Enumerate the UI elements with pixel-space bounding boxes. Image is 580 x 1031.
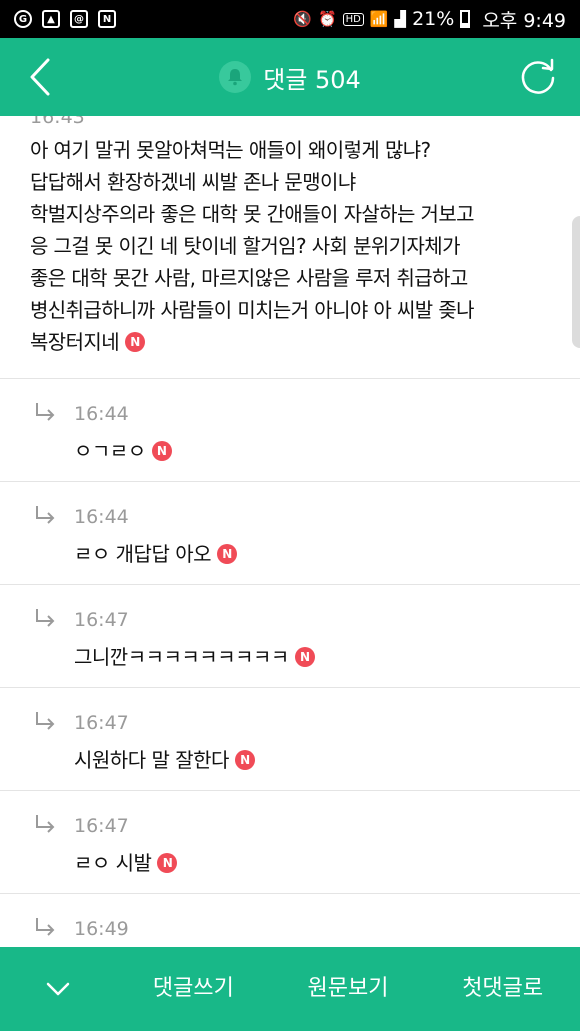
header-bar: 댓글 504 — [0, 38, 580, 116]
reply-body: ㅇㄱㄹㅇ — [74, 439, 146, 463]
back-button[interactable] — [22, 54, 62, 100]
reply-time: 16:47 — [74, 815, 129, 837]
new-badge: N — [157, 852, 178, 873]
refresh-icon — [521, 58, 555, 94]
comment-item: 16:43 아 여기 말귀 못알아쳐먹는 애들이 왜이렇게 많냐? 답답해서 환… — [0, 116, 580, 379]
reply-list: 16:44 ㅇㄱㄹㅇ N 16:44 ㄹㅇ 개답답 아오 N 16:47 그니깐ㅋㅋㅋㅋㅋㅋㅋ… — [0, 379, 580, 947]
new-badge: N — [234, 749, 255, 770]
reply-arrow-icon — [36, 609, 55, 627]
reply-arrow-icon — [36, 918, 55, 936]
reply-body: ㄹㅇ 개답답 아오 — [74, 542, 212, 566]
reply-body: ㄹㅇ 시발 — [74, 851, 152, 875]
gallery-icon: ▲ — [42, 10, 60, 28]
header-title-group: 댓글 504 — [219, 60, 361, 95]
battery-percent: 21% — [412, 8, 455, 30]
reply-item: 16:47 ㄹㅇ 시발 N — [0, 791, 580, 894]
new-badge: N — [294, 646, 315, 667]
first-comment-button[interactable]: 첫댓글로 — [425, 947, 580, 1031]
status-left-icons: G ▲ @ N — [14, 10, 116, 28]
reply-item: 16:44 ㄹㅇ 개답답 아오 N — [0, 482, 580, 585]
comment-list[interactable]: 16:43 아 여기 말귀 못알아쳐먹는 애들이 왜이렇게 많냐? 답답해서 환… — [0, 116, 580, 947]
comment-text: 아 여기 말귀 못알아쳐먹는 애들이 왜이렇게 많냐? 답답해서 환장하겠네 씨… — [30, 134, 550, 358]
scrollbar[interactable] — [572, 216, 580, 348]
reply-item: 16:44 ㅇㄱㄹㅇ N — [0, 379, 580, 482]
collapse-button[interactable] — [0, 947, 116, 1031]
reply-arrow-icon — [36, 815, 55, 833]
reply-arrow-icon — [36, 403, 55, 421]
status-bar: G ▲ @ N 🔇 ⏰ HD 📶 ▟ 21% 오후 9:49 — [0, 0, 580, 38]
alarm-icon: ⏰ — [317, 10, 337, 28]
refresh-button[interactable] — [518, 56, 558, 96]
hd-icon: HD — [342, 12, 364, 26]
wifi-icon: 📶 — [369, 10, 389, 28]
reply-time: 16:44 — [74, 506, 129, 528]
email-icon: @ — [70, 10, 88, 28]
reply-arrow-icon — [36, 712, 55, 730]
app-g-icon: G — [14, 10, 32, 28]
reply-text: ㄹㅇ 개답답 아오 N — [74, 538, 238, 567]
page-title: 댓글 504 — [263, 65, 361, 94]
reply-item: 16:49 — [0, 894, 580, 947]
reply-text: ㄹㅇ 시발 N — [74, 847, 178, 876]
mute-icon: 🔇 — [293, 10, 312, 28]
chevron-down-icon — [46, 982, 70, 996]
bottom-action-bar: 댓글쓰기 원문보기 첫댓글로 — [0, 947, 580, 1031]
comment-body: 아 여기 말귀 못알아쳐먹는 애들이 왜이렇게 많냐? 답답해서 환장하겠네 씨… — [30, 138, 475, 354]
new-badge: N — [217, 543, 238, 564]
notification-icon: N — [98, 10, 116, 28]
reply-time: 16:47 — [74, 609, 129, 631]
new-badge: N — [125, 331, 145, 352]
new-badge: N — [151, 440, 172, 461]
reply-body: 그니깐ㅋㅋㅋㅋㅋㅋㅋㅋㅋ — [74, 645, 289, 669]
status-right: 🔇 ⏰ HD 📶 ▟ 21% 오후 9:49 — [293, 6, 566, 33]
reply-time: 16:49 — [74, 918, 129, 940]
reply-arrow-icon — [36, 506, 55, 524]
reply-body: 시원하다 말 잘한다 — [74, 748, 229, 772]
reply-item: 16:47 그니깐ㅋㅋㅋㅋㅋㅋㅋㅋㅋ N — [0, 585, 580, 688]
reply-time: 16:47 — [74, 712, 129, 734]
clock: 오후 9:49 — [482, 9, 566, 32]
view-original-button[interactable]: 원문보기 — [271, 947, 426, 1031]
reply-item: 16:47 시원하다 말 잘한다 N — [0, 688, 580, 791]
bell-icon[interactable] — [219, 61, 252, 93]
reply-text: 그니깐ㅋㅋㅋㅋㅋㅋㅋㅋㅋ N — [74, 641, 315, 670]
reply-text: ㅇㄱㄹㅇ N — [74, 435, 172, 464]
reply-time: 16:44 — [74, 403, 129, 425]
battery-icon — [460, 10, 471, 28]
chevron-left-icon — [30, 58, 50, 96]
reply-text: 시원하다 말 잘한다 N — [74, 744, 255, 773]
comment-time: 16:43 — [30, 116, 85, 128]
signal-icon: ▟ — [394, 10, 407, 28]
write-comment-button[interactable]: 댓글쓰기 — [116, 947, 271, 1031]
